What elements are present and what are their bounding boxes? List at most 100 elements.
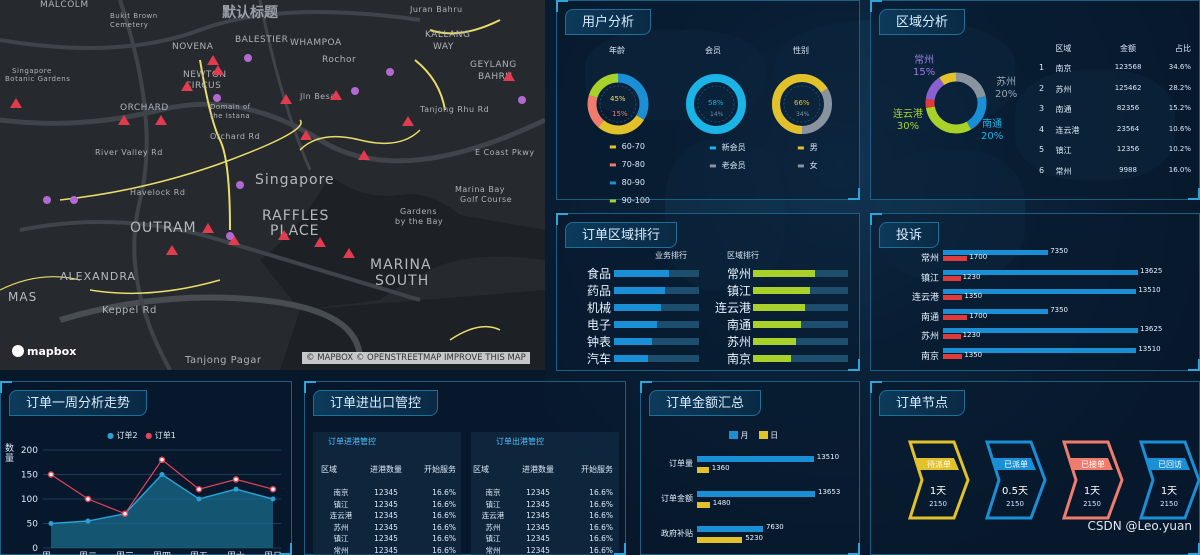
table-title: 订单出港管控 [496,437,544,446]
complaint-bar-b [943,353,963,359]
order-ranking-panel: 订单区域排行 业务排行 区域排行 食品 药品 机械 电子 钟表 汽车 常州 镇江 连云港 南通苏… [556,213,860,371]
rank-label: 常州 [726,267,751,281]
table-row: 苏州 12345 16.6% [333,522,457,532]
point-orders1[interactable] [158,456,166,464]
complaint-label: 南通 [920,312,939,323]
table-row: 2 苏州 125462 28.2% [1039,83,1191,94]
complaint-label: 南京 [920,351,939,362]
point-orders2[interactable] [233,486,239,492]
donut-label: 南通 20% [981,119,1004,142]
car-icon: ▬ [609,196,617,205]
order-node[interactable]: 待派单 1天 2150 [908,440,970,520]
complaint-value: 1230 [962,272,981,281]
table-row: 连云港 12345 16.6% [481,511,613,520]
point-orders2[interactable] [48,521,54,526]
donut-label: 常州 15% [913,55,936,78]
donut-center-value: 66% [794,99,810,107]
amount-bar-month [697,526,763,532]
ranking-header: 区域排行 [727,251,759,260]
point-orders1[interactable] [269,485,277,493]
car-icon: ▬ [609,160,617,169]
ranking-header: 业务排行 [655,251,687,260]
point-orders1[interactable] [232,476,240,483]
city-map[interactable]: 默认标题 MALCOLM Bukit Brown Cemetery BALEST… [0,0,545,370]
order-node[interactable]: 已派单 0.5天 2150 [985,440,1047,520]
node-sub: 2150 [1006,500,1024,508]
table-row: 镇江 12345 16.6% [333,534,457,543]
rank-bar [614,287,665,294]
amount-summary-panel: 订单金额汇总 月 日 订单量 13510 1360 订单金额 13653 1480 政府补贴… [640,381,860,555]
point-orders1[interactable] [47,471,55,478]
x-tick-label: 周日 [264,551,282,555]
table-row: 5 镇江 12356 10.2% [1039,145,1191,155]
y-tick-label: 100 [21,495,38,505]
point-orders1[interactable] [195,485,203,493]
complaint-value: 13510 [1138,344,1161,353]
io-control-panel: 订单进出口管控 订单进港管控 区域 进港数量 开始服务 南京 12345 16.6% 镇江… [304,381,626,555]
rank-bar [753,304,806,311]
complaint-value: 1350 [964,292,983,300]
table-row: 镇江 12345 16.6% [485,499,614,509]
export-table: 订单出港管控 区域 进港数量 开始服务 南京 12345 16.6% 镇江 12345 16.… [471,432,619,555]
donut-label: 苏州 20% [995,77,1018,100]
age-legend: ▬ 60-70 ▬ 70-80 ▬ 80-90 ▬ 90-100 [609,142,650,205]
x-tick-label: 周六 [227,550,245,555]
point-orders1[interactable] [121,510,129,517]
rank-bar [614,321,657,328]
gender-legend: ▬ 男 ▬ 女 [797,143,818,170]
node-label: 已回访 [1158,460,1182,469]
complaint-value: 13510 [1138,286,1161,294]
mapbox-icon [12,345,24,357]
table-row: 3 南通 82356 15.2% [1039,104,1191,114]
region-table: 1 南京 123568 34.6% 2 苏州 125462 28.2% 3 南通 82356 15… [1031,63,1191,186]
order-node[interactable]: 已回访 1天 2150 [1139,440,1200,520]
rank-bar [753,321,801,328]
chart-legend: 月 日 [729,430,778,441]
car-icon: ▬ [797,161,805,170]
table-header: 区域 进港数量 开始服务 [321,465,456,474]
x-tick-label: 周二 [79,551,97,555]
car-icon: ▬ [609,142,617,151]
table-row: 1 南京 123568 34.6% [1039,63,1191,73]
point-orders2[interactable] [270,496,276,502]
x-tick-label: 周五 [190,551,208,555]
table-row: 6 常州 9988 16.0% [1039,165,1191,176]
member-legend: ▬ 新会员 ▬ 老会员 [709,143,746,170]
order-node[interactable]: 已接单 1天 2150 [1062,440,1124,520]
map-attribution[interactable]: © MAPBOX © OPENSTREETMAP IMPROVE THIS MA… [302,352,530,364]
x-tick-label: 周三 [116,551,134,555]
car-icon: ▬ [609,178,617,187]
complaints-panel: 投诉 常州 7350 1700 镇江 13625 1230 连云港 13510 1350 南通 73… [870,213,1200,371]
weekly-line-chart: 200 150 100 50 0 周一 周二 周三 周四 周五 周六 周日 [21,446,282,555]
y-tick-label: 200 [21,446,38,456]
complaint-value: 13625 [1140,325,1163,333]
area-orders2 [51,474,273,548]
amount-bar-chart: 订单量 13510 1360 订单金额 13653 1480 政府补贴 7630 5230 [641,448,861,555]
table-row: 南京 12345 16.6% [485,488,614,497]
node-sub: 2150 [1160,500,1178,508]
rank-label: 南通 [726,318,751,332]
region-table-header: 区域 金额 占比 [1055,44,1191,53]
point-orders2[interactable] [159,472,165,477]
node-label: 已接单 [1081,460,1105,469]
rank-bar [753,355,791,362]
business-ranking: 食品 药品 机械 电子 钟表 汽车 [577,267,707,370]
panel-title: 订单节点 [879,390,966,416]
rank-label: 南京 [726,352,751,366]
table-row: 常州 12345 16.6% [333,545,457,555]
point-orders2[interactable] [196,496,202,502]
amount-bar-month [697,456,814,462]
complaint-label: 连云港 [911,293,939,303]
rank-label: 电子 [586,318,611,332]
complaint-bar-b [943,334,961,339]
node-sub: 2150 [1083,500,1101,508]
complaint-value: 1700 [969,253,988,261]
table-row: 镇江 12345 16.6% [333,499,457,509]
complaint-bar-a [943,308,1049,314]
amount-label: 政府补贴 [661,529,693,538]
point-orders1[interactable] [84,495,92,503]
amount-bar-day [697,467,709,473]
point-orders2[interactable] [85,518,91,524]
mapbox-logo[interactable]: mapbox [12,345,76,358]
rank-label: 汽车 [586,352,611,366]
